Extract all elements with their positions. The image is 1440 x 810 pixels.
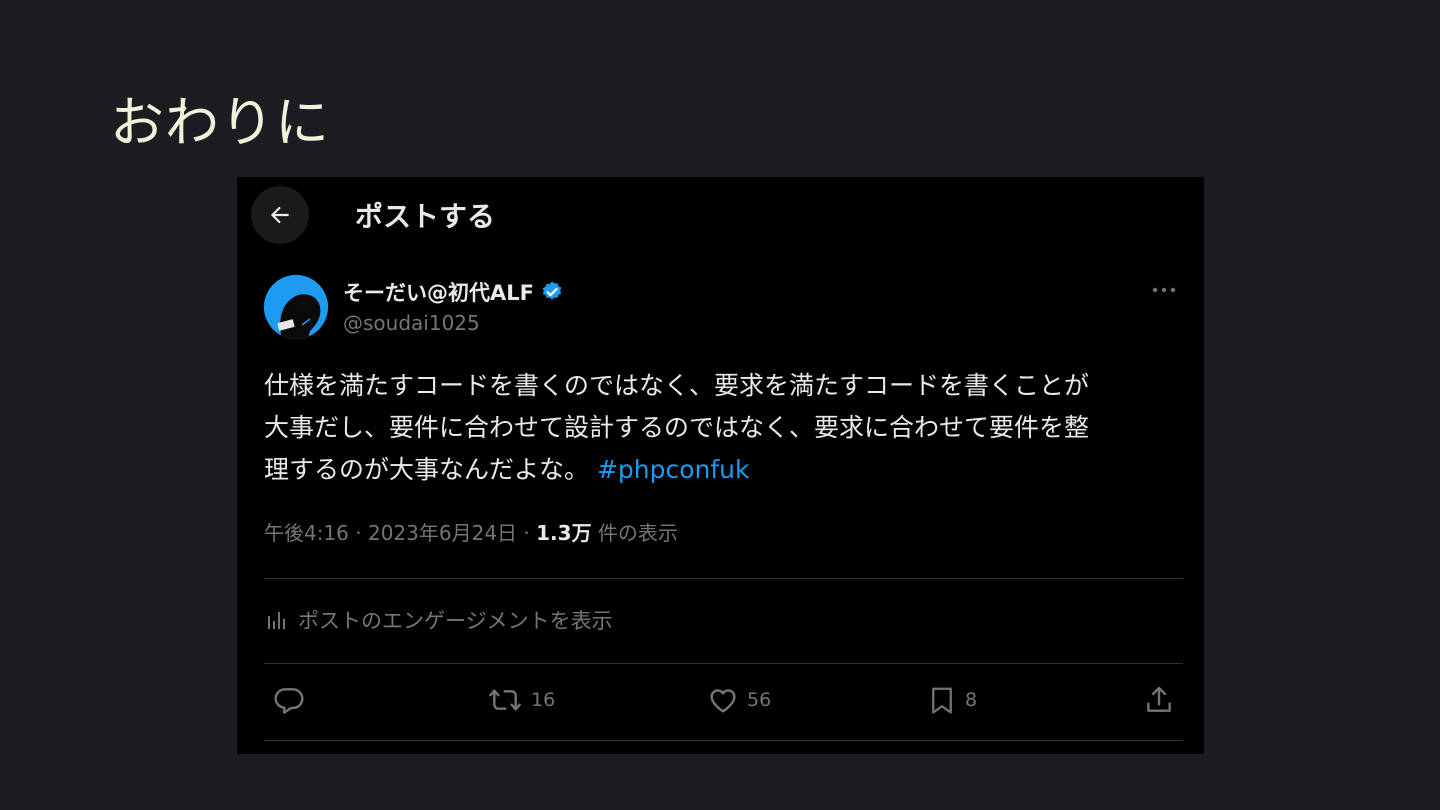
author-names: そーだい@初代ALF @soudai1025 bbox=[343, 277, 564, 335]
share-button[interactable] bbox=[1143, 684, 1175, 716]
avatar[interactable] bbox=[264, 275, 328, 339]
hashtag-link[interactable]: #phpconfuk bbox=[597, 455, 750, 484]
heart-icon bbox=[710, 689, 736, 713]
avatar-image bbox=[264, 275, 328, 339]
views-label: 件の表示 bbox=[591, 521, 678, 545]
reply-icon bbox=[274, 688, 304, 714]
arrow-left-icon bbox=[270, 206, 289, 224]
retweet-icon bbox=[488, 689, 522, 711]
retweet-count: 16 bbox=[531, 689, 556, 711]
verified-badge-icon[interactable] bbox=[540, 280, 564, 304]
divider bbox=[264, 578, 1183, 579]
views-count: 1.3万 bbox=[536, 521, 592, 545]
engagement-label: ポストのエンゲージメントを表示 bbox=[298, 609, 613, 633]
post-text-line-3: 理するのが大事なんだよな。 bbox=[264, 455, 590, 484]
post-text-line-1: 仕様を満たすコードを書くのではなく、要求を満たすコードを書くことが bbox=[264, 371, 1090, 400]
bookmark-button[interactable]: 8 bbox=[927, 684, 977, 716]
slide-title: おわりに bbox=[110, 91, 330, 154]
share-icon bbox=[1147, 686, 1171, 712]
retweet-button[interactable]: 16 bbox=[487, 684, 555, 716]
author-handle[interactable]: @soudai1025 bbox=[343, 311, 564, 335]
post-panel: ポストする そーだい@初代ALF @soudai1025 仕様を満たすコードを書… bbox=[237, 177, 1204, 754]
post-header: ポストする bbox=[251, 185, 495, 245]
bookmark-icon bbox=[932, 687, 952, 714]
more-options-button[interactable] bbox=[1146, 275, 1182, 305]
reply-button[interactable] bbox=[273, 684, 305, 716]
header-title: ポストする bbox=[355, 200, 496, 233]
like-count: 56 bbox=[747, 689, 772, 711]
divider bbox=[264, 740, 1183, 741]
post-text-line-2: 大事だし、要件に合わせて設計するのではなく、要求に合わせて要件を整 bbox=[264, 413, 1090, 442]
post-timestamp[interactable]: 午後4:16 · 2023年6月24日 · bbox=[264, 521, 536, 545]
back-button[interactable] bbox=[251, 186, 309, 244]
divider bbox=[264, 663, 1183, 664]
display-name-row: そーだい@初代ALF bbox=[343, 277, 564, 307]
bar-chart-icon bbox=[268, 612, 285, 629]
post-meta: 午後4:16 · 2023年6月24日 · 1.3万 件の表示 bbox=[264, 517, 678, 546]
like-button[interactable]: 56 bbox=[707, 684, 771, 716]
post-text: 仕様を満たすコードを書くのではなく、要求を満たすコードを書くことが 大事だし、要件… bbox=[264, 365, 1184, 491]
bookmark-count: 8 bbox=[965, 689, 978, 711]
more-dots-icon bbox=[1152, 287, 1176, 293]
view-engagement-link[interactable]: ポストのエンゲージメントを表示 bbox=[266, 605, 613, 635]
display-name[interactable]: そーだい@初代ALF bbox=[343, 277, 534, 307]
author-row: そーだい@初代ALF @soudai1025 bbox=[264, 275, 1182, 341]
